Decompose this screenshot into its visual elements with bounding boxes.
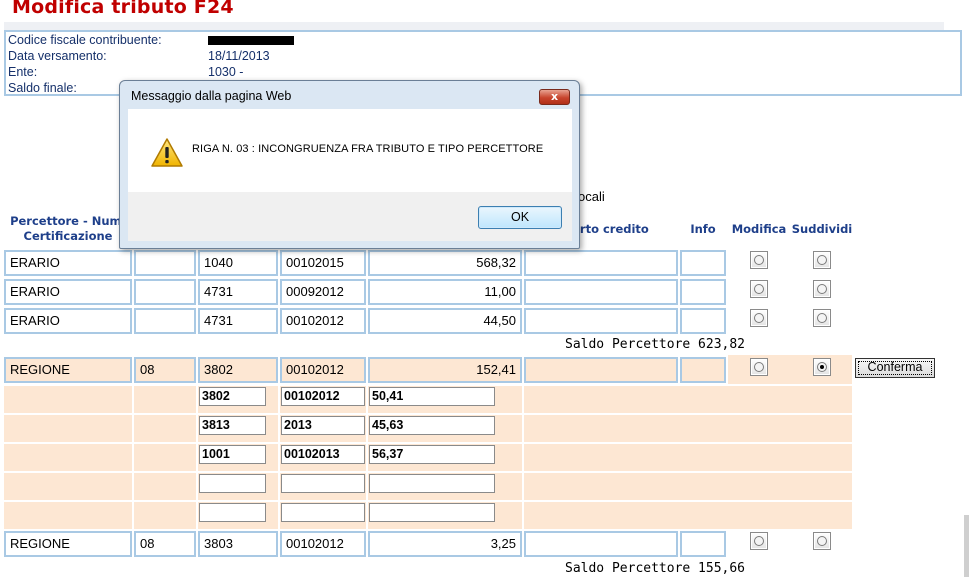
split-row: [4, 500, 852, 529]
split-tributo-input[interactable]: [199, 474, 266, 493]
header-suddividi: Suddividi: [791, 221, 853, 236]
cell-importo-credito[interactable]: [524, 357, 678, 383]
info-label: Codice fiscale contribuente:: [8, 33, 162, 47]
cell-importo-debito[interactable]: 44,50: [368, 308, 522, 334]
split-riferimento-input[interactable]: 00102013: [281, 445, 365, 464]
cell-riferimento[interactable]: 00102012: [280, 531, 366, 557]
cell-importo-credito[interactable]: [524, 279, 678, 305]
split-riferimento-input[interactable]: [281, 474, 365, 493]
cell-percettore[interactable]: REGIONE: [4, 357, 132, 383]
split-riferimento-input[interactable]: [281, 503, 365, 522]
split-importo-input[interactable]: [369, 503, 495, 522]
split-row: 3813 2013 45,63: [4, 413, 852, 442]
split-importo-input[interactable]: 45,63: [369, 416, 495, 435]
cell-tributo[interactable]: 3803: [198, 531, 278, 557]
split-row: [4, 471, 852, 500]
modifica-radio[interactable]: [750, 309, 768, 327]
cell-importo-debito[interactable]: 3,25: [368, 531, 522, 557]
cell-num-certificazione[interactable]: 08: [134, 357, 196, 383]
cell-info[interactable]: [680, 279, 726, 305]
cell-percettore[interactable]: REGIONE: [4, 531, 132, 557]
split-importo-input[interactable]: 56,37: [369, 445, 495, 464]
split-tributo-input[interactable]: [199, 503, 266, 522]
split-tributo-input[interactable]: 3813: [199, 416, 266, 435]
header-info: Info: [690, 221, 716, 236]
modifica-radio[interactable]: [750, 358, 768, 376]
cell-importo-debito[interactable]: 11,00: [368, 279, 522, 305]
info-label: Data versamento:: [8, 49, 107, 63]
row-action-bg: [728, 355, 852, 384]
info-value: 18/11/2013: [208, 49, 270, 63]
split-riferimento-input[interactable]: 00102012: [281, 387, 365, 406]
cell-tributo[interactable]: 4731: [198, 308, 278, 334]
background-text-fragment: ocali: [578, 189, 605, 204]
cell-num-certificazione[interactable]: [134, 250, 196, 276]
cell-importo-debito[interactable]: 152,41: [368, 357, 522, 383]
suddividi-radio[interactable]: [813, 532, 831, 550]
header-modifica: Modifica: [731, 221, 787, 236]
ok-button[interactable]: OK: [478, 206, 562, 229]
info-label: Ente:: [8, 65, 38, 79]
split-tributo-input[interactable]: 3802: [199, 387, 266, 406]
info-label: Saldo finale:: [8, 81, 77, 95]
cell-riferimento[interactable]: 00102015: [280, 250, 366, 276]
split-importo-input[interactable]: [369, 474, 495, 493]
cell-percettore[interactable]: ERARIO: [4, 250, 132, 276]
info-value: 1030 -: [208, 65, 244, 79]
cell-info[interactable]: [680, 250, 726, 276]
dialog-message: RIGA N. 03 : INCONGRUENZA FRA TRIBUTO E …: [192, 143, 544, 155]
dialog-title: Messaggio dalla pagina Web: [131, 89, 292, 103]
suddividi-radio[interactable]: [813, 251, 831, 269]
modifica-radio[interactable]: [750, 251, 768, 269]
cell-tributo[interactable]: 3802: [198, 357, 278, 383]
warning-icon: [151, 138, 183, 167]
cell-riferimento[interactable]: 00102012: [280, 357, 366, 383]
split-riferimento-input[interactable]: 2013: [281, 416, 365, 435]
cell-importo-debito[interactable]: 568,32: [368, 250, 522, 276]
cell-tributo[interactable]: 4731: [198, 279, 278, 305]
suddividi-radio-selected[interactable]: [813, 358, 831, 376]
modifica-radio[interactable]: [750, 532, 768, 550]
cell-percettore[interactable]: ERARIO: [4, 279, 132, 305]
cell-riferimento[interactable]: 00092012: [280, 279, 366, 305]
cell-info[interactable]: [680, 531, 726, 557]
cell-tributo[interactable]: 1040: [198, 250, 278, 276]
cell-num-certificazione[interactable]: 08: [134, 531, 196, 557]
cell-importo-credito[interactable]: [524, 531, 678, 557]
modifica-radio[interactable]: [750, 280, 768, 298]
cell-percettore[interactable]: ERARIO: [4, 308, 132, 334]
info-value-masked: [208, 32, 294, 48]
saldo-percettore-erario: Saldo Percettore 623,82: [565, 337, 746, 352]
dialog-body: RIGA N. 03 : INCONGRUENZA FRA TRIBUTO E …: [128, 109, 572, 192]
page-title: Modifica tributo F24: [12, 0, 234, 18]
title-underbar: [4, 22, 944, 30]
alert-dialog: Messaggio dalla pagina Web x RIGA N. 03 …: [119, 80, 580, 249]
split-importo-input[interactable]: 50,41: [369, 387, 495, 406]
cell-num-certificazione[interactable]: [134, 279, 196, 305]
cell-num-certificazione[interactable]: [134, 308, 196, 334]
split-tributo-input[interactable]: 1001: [199, 445, 266, 464]
cell-info[interactable]: [680, 357, 726, 383]
close-icon[interactable]: x: [539, 89, 570, 105]
suddividi-radio[interactable]: [813, 280, 831, 298]
cell-riferimento[interactable]: 00102012: [280, 308, 366, 334]
split-row: 1001 00102013 56,37: [4, 442, 852, 471]
dialog-footer: OK: [128, 192, 572, 241]
suddividi-radio[interactable]: [813, 309, 831, 327]
saldo-percettore-regione: Saldo Percettore 155,66: [565, 561, 746, 576]
cell-importo-credito[interactable]: [524, 250, 678, 276]
split-row: 3802 00102012 50,41: [4, 384, 852, 413]
cell-info[interactable]: [680, 308, 726, 334]
vertical-scrollbar[interactable]: [964, 515, 969, 577]
header-percettore: Percettore - Num. Certificazione: [10, 214, 126, 243]
conferma-button[interactable]: Conferma: [855, 358, 935, 378]
cell-importo-credito[interactable]: [524, 308, 678, 334]
